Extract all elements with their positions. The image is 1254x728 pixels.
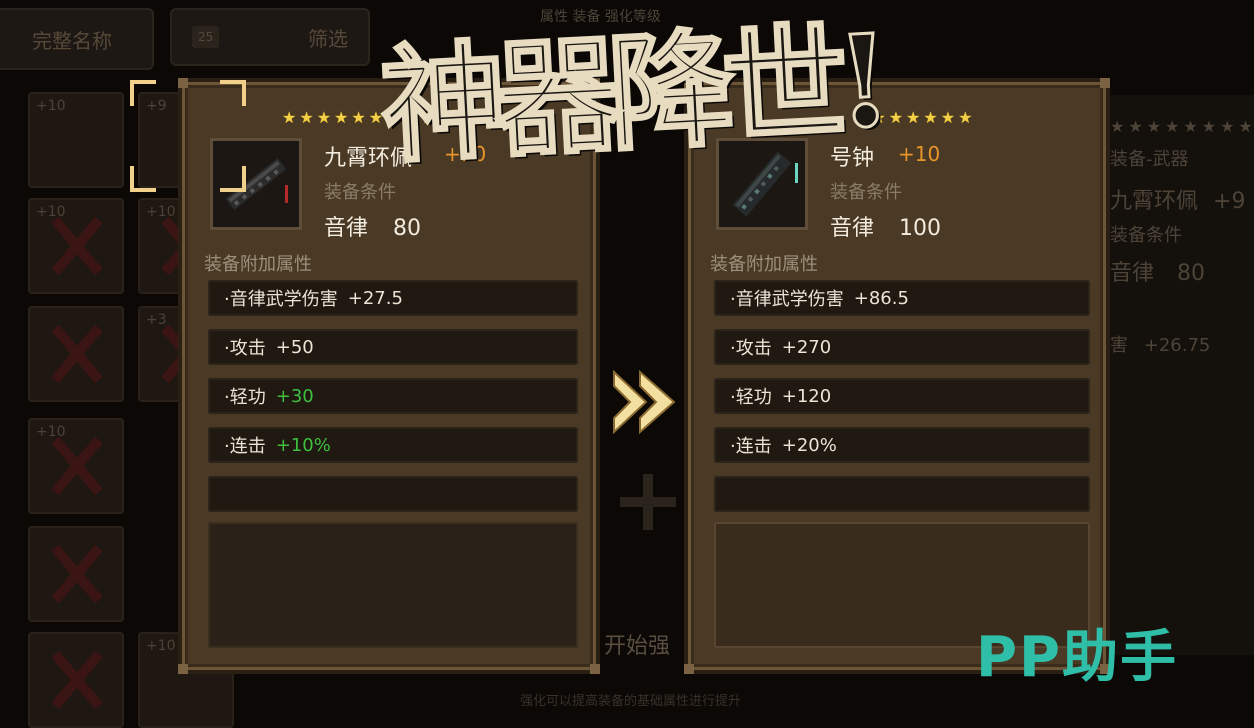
full-name-toggle-button[interactable]: 完整名称 <box>0 8 154 70</box>
attribute-value: +10% <box>275 434 331 456</box>
attribute-value: +50 <box>275 336 314 358</box>
description-box <box>208 522 578 648</box>
star-icon: ★ <box>351 108 366 127</box>
attribute-row: ·音律武学伤害 +27.5 <box>208 280 578 316</box>
inventory-slot[interactable]: +10 <box>28 92 124 188</box>
attribute-value: +270 <box>781 336 832 358</box>
card-corner <box>590 664 600 674</box>
start-enhance-button[interactable]: 开始强 <box>604 628 670 660</box>
panel-stars: ★★★★★★★★ <box>1110 117 1254 136</box>
filter-label: 筛选 <box>308 26 348 51</box>
requirement-stat: 音律 <box>830 216 875 241</box>
requirement-label: 装备条件 <box>830 182 902 203</box>
attribute-label: ·连击 <box>730 436 772 457</box>
bottom-hint-text: 强化可以提高装备的基础属性进行提升 <box>520 694 742 709</box>
slot-level: +10 <box>36 98 66 114</box>
attribute-row: ·音律武学伤害 +86.5 <box>714 280 1090 316</box>
attribute-label: ·攻击 <box>730 338 772 359</box>
upgrade-arrow-icon <box>612 369 678 435</box>
divine-weapon-title: 神器降世! <box>376 5 885 182</box>
bonus-attributes-label: 装备附加属性 <box>204 254 312 275</box>
attribute-label: ·连击 <box>224 436 266 457</box>
attribute-label: ·攻击 <box>224 338 266 359</box>
attribute-value: +120 <box>781 385 832 407</box>
panel-stat-label: 害 <box>1110 335 1128 356</box>
requirement-row: 音律 80 <box>324 210 421 242</box>
filter-icon: 25 <box>192 26 220 48</box>
attribute-row: ·轻功 +30 <box>208 378 578 414</box>
star-icon: ★ <box>282 108 297 127</box>
attribute-row: ·连击 +10% <box>208 427 578 463</box>
panel-stat-line: 害 +26.75 <box>1110 331 1210 357</box>
star-icon: ★ <box>299 108 314 127</box>
requirement-value: 100 <box>899 216 942 241</box>
panel-req-stat: 音律 <box>1110 261 1155 286</box>
broken-weapon-icon <box>48 326 104 382</box>
card-corner <box>1100 78 1110 88</box>
panel-req-label: 装备条件 <box>1110 225 1182 246</box>
panel-req-row: 音律 80 <box>1110 255 1205 287</box>
plus-icon <box>620 474 676 530</box>
inventory-slot[interactable]: +10 <box>28 198 124 294</box>
attribute-value: +20% <box>781 434 837 456</box>
star-icon: ★ <box>316 108 332 127</box>
new-weapon-card: ★ ★ ★ ★ ★ ★ ★ 号钟 +10 装备条件 音律 100 装备附加属性 ·音律武学伤… <box>684 78 1110 674</box>
selection-bracket <box>130 166 156 192</box>
pp-assistant-watermark: PP助手 <box>976 625 1179 690</box>
star-icon: ★ <box>334 108 349 127</box>
broken-weapon-icon <box>48 652 104 708</box>
inventory-slot[interactable]: +10 <box>28 418 124 514</box>
attribute-value: +86.5 <box>853 287 909 309</box>
inventory-slot[interactable] <box>28 306 124 402</box>
selection-bracket <box>130 80 156 106</box>
attribute-label: ·轻功 <box>224 387 266 408</box>
panel-category: 装备-武器 <box>1110 149 1189 170</box>
attribute-row: ·攻击 +270 <box>714 329 1090 365</box>
attribute-value: +30 <box>275 385 314 407</box>
broken-weapon-icon <box>48 438 104 494</box>
attribute-row: ·轻功 +120 <box>714 378 1090 414</box>
attribute-label: ·轻功 <box>730 387 772 408</box>
broken-weapon-icon <box>48 218 104 274</box>
panel-stat-value: +26.75 <box>1143 335 1211 356</box>
panel-item-name: 九霄环佩 +9 <box>1110 183 1245 215</box>
attribute-value: +27.5 <box>347 287 403 309</box>
selection-bracket <box>220 80 246 106</box>
slot-level: +10 <box>146 638 176 654</box>
attribute-row: ·攻击 +50 <box>208 329 578 365</box>
broken-weapon-icon <box>48 546 104 602</box>
panel-item-plus: +9 <box>1213 189 1246 214</box>
requirement-row: 音律 100 <box>830 210 941 242</box>
panel-item-name-text: 九霄环佩 <box>1110 189 1199 214</box>
attribute-label: ·音律武学伤害 <box>730 289 844 310</box>
inventory-slot[interactable] <box>28 632 124 728</box>
attribute-row: ·连击 +20% <box>714 427 1090 463</box>
empty-attribute-row <box>208 476 578 512</box>
full-name-label: 完整名称 <box>32 28 112 53</box>
panel-req-value: 80 <box>1177 261 1206 286</box>
card-corner <box>178 664 188 674</box>
inventory-slot[interactable] <box>28 526 124 622</box>
card-corner <box>178 78 188 88</box>
item-detail-panel: ★★★★★★★★ 装备-武器 九霄环佩 +9 装备条件 音律 80 害 +26.… <box>1110 95 1254 655</box>
attribute-label: ·音律武学伤害 <box>224 289 338 310</box>
filter-button[interactable]: 25 筛选 <box>170 8 370 66</box>
requirement-value: 80 <box>393 216 422 241</box>
requirement-stat: 音律 <box>324 216 369 241</box>
bonus-attributes-label: 装备附加属性 <box>710 254 818 275</box>
selection-bracket <box>220 166 246 192</box>
card-corner <box>684 664 694 674</box>
empty-attribute-row <box>714 476 1090 512</box>
